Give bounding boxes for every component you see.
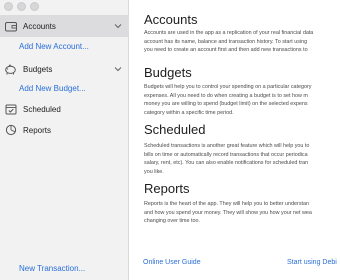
section-body-scheduled: Scheduled transactions is another great … (144, 142, 340, 176)
body-line: Accounts are used in the app as a replic… (144, 30, 314, 36)
body-line: Reports is the heart of the app. They wi… (144, 201, 310, 207)
section-body-budgets: Budgets will help you to control your sp… (144, 83, 340, 117)
start-using-link[interactable]: Start using Debi (287, 259, 337, 266)
section-title-accounts: Accounts (144, 12, 198, 27)
main-content: Accounts Accounts are used in the app as… (130, 0, 340, 280)
calendar-check-icon (4, 103, 17, 116)
minimize-window-button[interactable] (17, 2, 26, 11)
sidebar-item-budgets-label: Budgets (23, 64, 53, 74)
zoom-window-button[interactable] (30, 2, 39, 11)
sidebar-item-reports-label: Reports (23, 125, 52, 135)
sidebar-item-reports[interactable]: Reports (0, 119, 129, 141)
sidebar-item-budgets[interactable]: Budgets (0, 58, 129, 80)
body-line: expenses. All you need to do when creati… (144, 92, 308, 99)
section-body-reports: Reports is the heart of the app. They wi… (144, 200, 340, 226)
chevron-down-icon[interactable] (113, 64, 123, 74)
section-title-budgets: Budgets (144, 65, 192, 80)
chevron-down-icon[interactable] (113, 21, 123, 31)
body-line: changing over time too. (144, 218, 201, 224)
body-line: and how you spend your money. They will … (144, 209, 312, 216)
sidebar: Accounts Add New Account... Budgets Add … (0, 0, 129, 280)
body-line: money you are willing to spend (budget l… (144, 101, 308, 107)
section-body-accounts: Accounts are used in the app as a replic… (144, 29, 340, 55)
wallet-icon (4, 20, 17, 33)
body-line: category within a specific time period. (144, 109, 234, 116)
sidebar-item-scheduled[interactable]: Scheduled (0, 98, 129, 120)
add-account-link[interactable]: Add New Account... (19, 42, 89, 51)
pie-chart-icon (4, 124, 17, 137)
close-window-button[interactable] (4, 2, 13, 11)
sidebar-item-scheduled-label: Scheduled (23, 104, 61, 114)
body-line: you need to create an account first and … (144, 47, 308, 53)
online-user-guide-link[interactable]: Online User Guide (143, 259, 201, 266)
body-line: Budgets will help you to control your sp… (144, 84, 312, 90)
body-line: Scheduled transactions is another great … (144, 143, 310, 149)
section-title-reports: Reports (144, 181, 190, 196)
window-controls (4, 2, 39, 11)
piggy-bank-icon (4, 63, 17, 76)
section-title-scheduled: Scheduled (144, 122, 206, 137)
sidebar-item-accounts-label: Accounts (23, 21, 56, 31)
new-transaction-link[interactable]: New Transaction... (19, 264, 85, 273)
body-line: account has its name, balance and transa… (144, 38, 308, 45)
body-line: bills on time or automatically record tr… (144, 151, 308, 158)
add-budget-link[interactable]: Add New Budget... (19, 84, 86, 93)
body-line: you like. (144, 168, 164, 175)
body-line: salary, rent, etc). You can also enable … (144, 160, 309, 166)
sidebar-item-accounts[interactable]: Accounts (0, 15, 129, 37)
